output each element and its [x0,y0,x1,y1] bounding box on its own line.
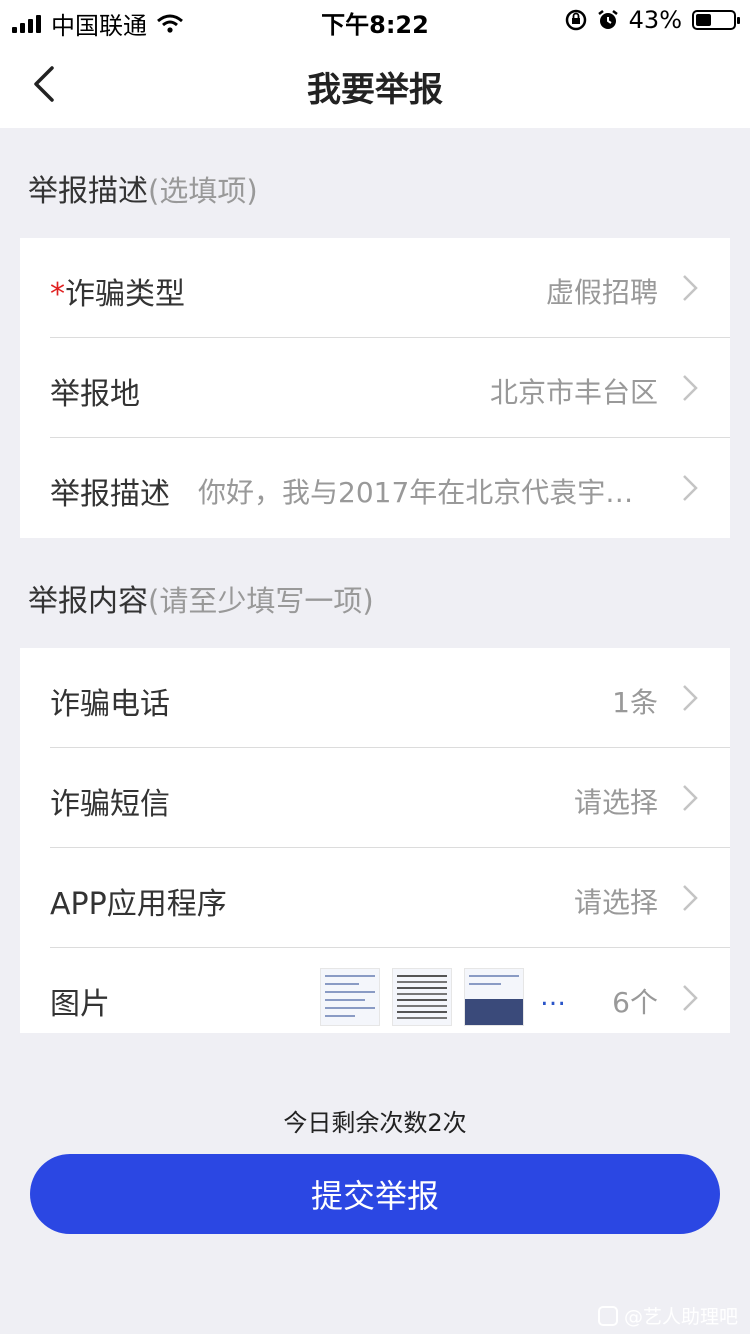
battery-level [696,14,712,26]
more-images-indicator: … [540,982,568,1012]
image-thumbnail[interactable] [320,968,380,1026]
section-title: 举报内容 [28,584,148,619]
row-report-description[interactable]: 举报描述 你好，我与2017年在北京代袁宇晨… [20,438,730,538]
watermark-text: @艺人助理吧 [623,1306,738,1328]
section-title: 举报描述 [28,174,148,209]
weibo-icon [597,1305,618,1326]
row-label: 诈骗短信 [50,787,170,822]
row-value: 你好，我与2017年在北京代袁宇晨… [198,476,658,509]
row-label: 诈骗电话 [50,687,170,722]
row-label: 图片 [50,987,110,1022]
row-value: 6个 [612,986,658,1019]
chevron-right-icon [683,985,698,1011]
row-value: 北京市丰台区 [489,376,658,409]
chevron-right-icon [683,885,698,911]
section-header-content: 举报内容(请至少填写一项) [28,576,374,620]
section-hint: (选填项) [148,174,258,208]
section-hint: (请至少填写一项) [148,584,374,618]
row-label: *诈骗类型 [50,269,185,313]
required-mark: * [50,277,65,312]
rotation-lock-icon [565,9,586,31]
row-label: APP应用程序 [50,887,227,922]
row-value: 1条 [612,686,658,719]
row-value: 请选择 [573,886,658,919]
row-label: 举报地 [50,377,140,412]
page-title: 我要举报 [307,70,443,110]
row-images[interactable]: 图片 … 6个 [20,948,730,1033]
status-bar: 中国联通 下午8:22 43% [0,0,750,40]
row-fraud-type[interactable]: *诈骗类型 虚假招聘 [20,238,730,338]
row-fraud-phone[interactable]: 诈骗电话 1条 [20,648,730,748]
image-thumbnail[interactable] [392,968,452,1026]
nav-bar: 我要举报 [0,40,750,128]
remaining-count-text: 今日剩余次数2次 [283,1109,467,1137]
watermark: @艺人助理吧 [597,1302,738,1329]
battery-icon [692,10,740,30]
row-app[interactable]: APP应用程序 请选择 [20,848,730,948]
row-value: 请选择 [573,786,658,819]
chevron-right-icon [683,375,698,401]
section-header-description: 举报描述(选填项) [28,166,258,210]
battery-percent: 43% [628,6,682,34]
status-right: 43% [565,6,740,34]
row-fraud-sms[interactable]: 诈骗短信 请选择 [20,748,730,848]
chevron-right-icon [683,475,698,501]
chevron-right-icon [683,275,698,301]
row-value: 虚假招聘 [545,276,658,309]
image-thumbnail[interactable] [464,968,524,1026]
description-card: *诈骗类型 虚假招聘 举报地 北京市丰台区 举报描述 你好，我与2017年在北京… [20,238,730,538]
image-thumbnails [320,968,524,1026]
chevron-right-icon [683,785,698,811]
submit-report-button[interactable]: 提交举报 [30,1154,720,1234]
content-card: 诈骗电话 1条 诈骗短信 请选择 APP应用程序 请选择 图片 … 6个 [20,648,730,1033]
row-report-location[interactable]: 举报地 北京市丰台区 [20,338,730,438]
row-label: 举报描述 [50,477,170,512]
row-label-text: 诈骗类型 [65,277,185,312]
chevron-right-icon [683,685,698,711]
alarm-icon [597,10,618,29]
